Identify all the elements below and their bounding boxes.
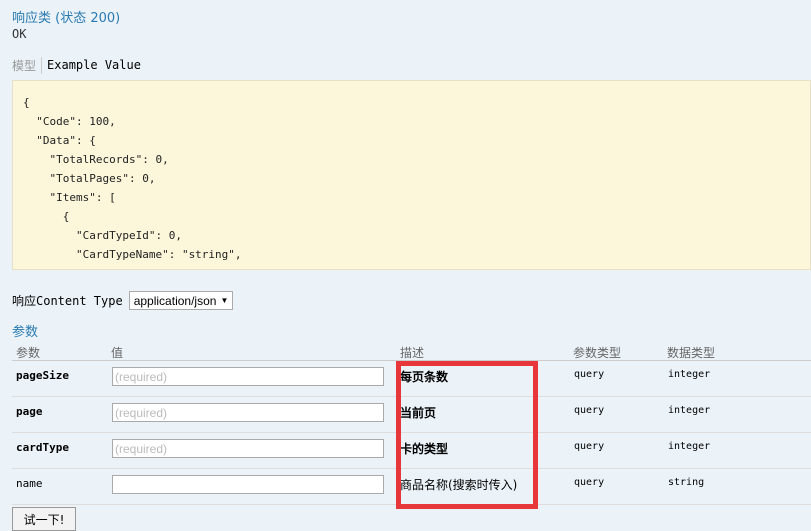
data-type: integer xyxy=(668,405,711,416)
tab-model[interactable]: 模型 xyxy=(12,56,43,74)
content-type-label: 响应Content Type xyxy=(12,294,123,308)
response-class-title: 响应类 (状态 200) xyxy=(12,11,121,26)
param-name: pageSize xyxy=(16,369,69,382)
param-type: query xyxy=(574,441,605,452)
try-it-out-button[interactable]: 试一下! xyxy=(12,507,76,531)
content-type-row: 响应Content Type application/json ▼ xyxy=(12,291,234,310)
content-type-value: application/json xyxy=(133,293,217,308)
data-type: integer xyxy=(668,369,711,380)
param-name: cardType xyxy=(16,441,69,454)
parameters-title: 参数 xyxy=(12,325,39,340)
tab-example-value[interactable]: Example Value xyxy=(42,58,141,72)
param-name: name xyxy=(16,477,43,490)
header-param-type: 参数类型 xyxy=(573,346,622,360)
pagesize-input[interactable]: (required) xyxy=(112,367,384,386)
param-type: query xyxy=(574,405,605,416)
header-description: 描述 xyxy=(400,346,425,360)
param-type: query xyxy=(574,369,605,380)
cardtype-input[interactable]: (required) xyxy=(112,439,384,458)
content-type-select[interactable]: application/json ▼ xyxy=(128,291,234,310)
header-param: 参数 xyxy=(16,346,41,360)
model-tabs: 模型 Example Value xyxy=(12,56,141,74)
data-type: integer xyxy=(668,441,711,452)
header-value: 值 xyxy=(111,346,124,360)
param-type: query xyxy=(574,477,605,488)
name-input[interactable] xyxy=(112,475,384,494)
highlight-annotation-box xyxy=(396,361,538,509)
response-status: OK xyxy=(12,27,27,41)
example-json: { "Code": 100, "Data": { "TotalRecords":… xyxy=(23,96,242,269)
param-name: page xyxy=(16,405,43,418)
page-input[interactable]: (required) xyxy=(112,403,384,422)
example-value-box[interactable]: { "Code": 100, "Data": { "TotalRecords":… xyxy=(12,80,811,270)
header-data-type: 数据类型 xyxy=(667,346,716,360)
data-type: string xyxy=(668,477,705,488)
dropdown-arrow-icon: ▼ xyxy=(220,296,229,305)
